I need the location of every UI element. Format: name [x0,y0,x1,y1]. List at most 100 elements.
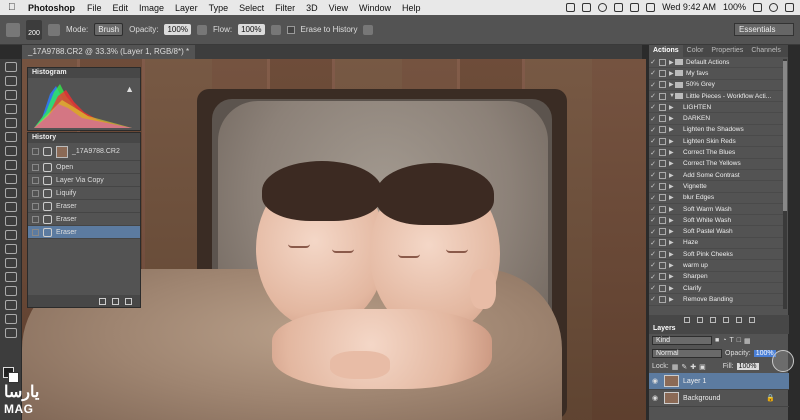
toggle-check-icon[interactable]: ✓ [649,273,657,281]
history-source-checkbox[interactable] [32,148,39,155]
action-item[interactable]: ✓ ▶ Remove Banding [649,294,783,306]
menu-select[interactable]: Select [239,3,264,13]
lock-position-icon[interactable]: ✚ [690,363,696,371]
disclosure-triangle-icon[interactable]: ▶ [669,126,675,133]
trash-icon[interactable] [748,317,755,323]
new-set-icon[interactable] [722,317,729,323]
action-set[interactable]: ✓ ▶ 50% Grey [649,80,783,91]
menu-filter[interactable]: Filter [275,3,295,13]
disclosure-triangle-icon[interactable]: ▶ [669,228,675,235]
search-icon[interactable] [769,2,778,12]
history-item[interactable]: Liquify [28,187,140,200]
history-item[interactable]: Eraser [28,200,140,213]
toggle-check-icon[interactable]: ✓ [649,284,657,292]
opacity-input[interactable]: 100% [164,24,191,35]
flow-input[interactable]: 100% [238,24,265,35]
zoom-tool-icon[interactable] [4,328,17,338]
erase-to-history-checkbox[interactable] [286,25,295,34]
toggle-check-icon[interactable]: ✓ [649,171,657,179]
actions-scrollbar[interactable] [783,59,787,309]
history-item[interactable]: Layer Via Copy [28,174,140,187]
dialog-toggle-icon[interactable] [659,228,666,236]
disclosure-triangle-icon[interactable]: ▶ [669,206,675,213]
action-item[interactable]: ✓ ▶ Lighten Skin Reds [649,136,783,148]
dialog-toggle-icon[interactable] [659,81,666,89]
lasso-tool-icon[interactable] [4,90,17,100]
dialog-toggle-icon[interactable] [659,261,666,269]
battery-percent[interactable]: 100% [723,2,746,12]
dialog-toggle-icon[interactable] [659,160,666,168]
shape-tool-icon[interactable] [4,300,17,310]
blur-tool-icon[interactable] [4,230,17,240]
disclosure-triangle-icon[interactable]: ▶ [669,160,675,167]
path-select-tool-icon[interactable] [4,286,17,296]
toggle-check-icon[interactable]: ✓ [649,137,657,145]
dialog-toggle-icon[interactable] [659,126,666,134]
action-item[interactable]: ✓ ▶ Soft Warm Wash [649,204,783,216]
action-item[interactable]: ✓ ▶ Soft Pink Cheeks [649,249,783,261]
trash-icon[interactable] [125,297,132,305]
menu-edit[interactable]: Edit [113,3,129,13]
apple-icon[interactable]:  [8,2,18,13]
toggle-check-icon[interactable]: ✓ [649,115,657,123]
action-item[interactable]: ✓ ▶ Lighten the Shadows [649,125,783,137]
disclosure-triangle-icon[interactable]: ▶ [669,273,675,280]
action-set[interactable]: ✓ ▼ Little Pieces - Workflow Acti... [649,91,783,103]
eraser-tool-icon[interactable] [6,22,20,37]
dialog-toggle-icon[interactable] [659,115,666,123]
gradient-tool-icon[interactable] [4,216,17,226]
action-item[interactable]: ✓ ▶ blur Edges [649,193,783,204]
history-source-checkbox[interactable] [32,202,39,210]
pressure-size-icon[interactable] [363,24,374,35]
tab-channels[interactable]: Channels [747,45,785,57]
clone-stamp-tool-icon[interactable] [4,174,17,184]
bluetooth-icon[interactable] [614,2,624,12]
dialog-toggle-icon[interactable] [659,171,666,179]
action-set[interactable]: ✓ ▶ Default Actions [649,57,783,69]
tab-actions[interactable]: Actions [649,45,683,57]
action-item[interactable]: ✓ ▶ Soft Pastel Wash [649,226,783,238]
history-item[interactable]: Eraser [28,213,140,226]
action-item[interactable]: ✓ ▶ warm up [649,260,783,272]
action-item[interactable]: ✓ ▶ Soft White Wash [649,215,783,227]
disclosure-triangle-icon[interactable]: ▶ [669,115,675,122]
pressure-opacity-icon[interactable] [196,24,207,35]
pen-tool-icon[interactable] [4,258,17,268]
marquee-tool-icon[interactable] [4,76,17,86]
workspace-select[interactable]: Essentials [734,23,794,36]
brush-tool-icon[interactable] [4,160,17,170]
stop-icon[interactable] [683,317,690,323]
history-brush-tool-icon[interactable] [4,188,17,198]
disclosure-triangle-icon[interactable]: ▶ [669,172,675,179]
action-item[interactable]: ✓ ▶ Haze [649,238,783,250]
menu-help[interactable]: Help [402,3,421,13]
toggle-check-icon[interactable]: ✓ [649,250,657,258]
action-set[interactable]: ✓ ▶ My favs [649,68,783,80]
menu-layer[interactable]: Layer [175,3,198,13]
action-item[interactable]: ✓ ▶ Add Some Contrast [649,170,783,182]
toggle-check-icon[interactable]: ✓ [649,149,657,157]
dialog-toggle-icon[interactable] [659,58,666,66]
menu-window[interactable]: Window [359,3,391,13]
disclosure-triangle-icon[interactable]: ▶ [669,149,675,156]
new-action-icon[interactable] [735,317,742,323]
disclosure-triangle-icon[interactable]: ▶ [669,239,675,246]
action-item[interactable]: ✓ ▶ Sharpen [649,272,783,283]
toggle-check-icon[interactable]: ✓ [649,239,657,247]
action-item[interactable]: ✓ ▶ DARKEN [649,113,783,125]
volume-icon[interactable] [646,2,656,12]
layer-row[interactable]: ◉ Layer 1 [649,373,789,390]
disclosure-triangle-icon[interactable]: ▶ [669,138,675,145]
toggle-check-icon[interactable]: ✓ [649,216,657,224]
quick-select-tool-icon[interactable] [4,104,17,114]
eye-icon[interactable]: ◉ [652,377,660,385]
filter-shape-icon[interactable]: □ [737,337,741,344]
layer-row[interactable]: ◉ Background 🔒 [649,390,789,407]
dialog-toggle-icon[interactable] [659,216,666,224]
record-icon[interactable] [696,317,703,323]
dialog-toggle-icon[interactable] [659,295,666,303]
history-item-selected[interactable]: Eraser [28,226,140,239]
history-source-checkbox[interactable] [32,176,39,184]
toggle-check-icon[interactable]: ✓ [649,295,657,303]
toggle-check-icon[interactable]: ✓ [649,69,657,77]
